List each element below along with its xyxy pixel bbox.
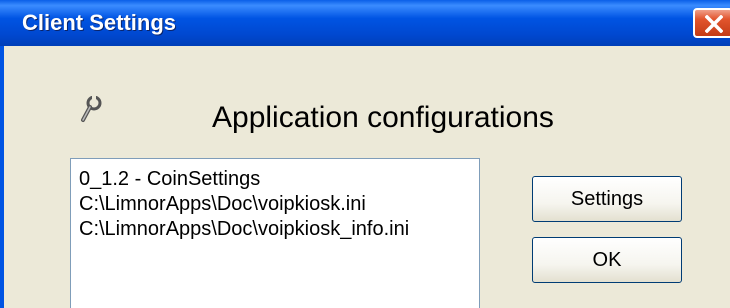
title-bar[interactable]: Client Settings — [0, 0, 730, 46]
list-item[interactable]: C:\LimnorApps\Doc\voipkiosk_info.ini — [79, 217, 479, 242]
settings-button[interactable]: Settings — [532, 176, 682, 222]
window-title: Client Settings — [22, 10, 177, 35]
window-frame-left — [0, 46, 4, 308]
client-settings-window: Client Settings Application configuratio… — [0, 0, 730, 308]
list-item[interactable]: C:\LimnorApps\Doc\voipkiosk.ini — [79, 192, 479, 217]
close-icon — [705, 15, 723, 33]
ok-button[interactable]: OK — [532, 237, 682, 283]
list-item[interactable]: 0_1.2 - CoinSettings — [79, 167, 479, 192]
page-heading: Application configurations — [212, 101, 554, 134]
config-file-list[interactable]: 0_1.2 - CoinSettings C:\LimnorApps\Doc\v… — [70, 158, 480, 308]
wrench-icon — [81, 96, 102, 122]
close-button[interactable] — [693, 8, 730, 38]
